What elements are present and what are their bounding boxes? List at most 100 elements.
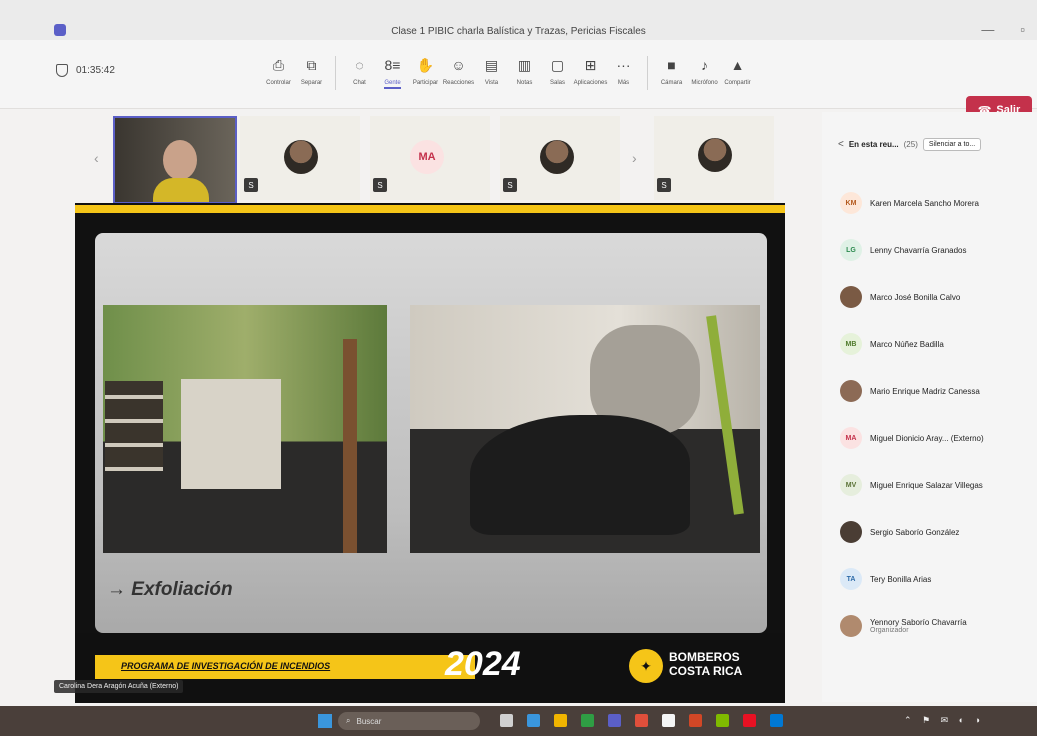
toolbar-label: Gente: [384, 80, 401, 89]
avatar: [840, 521, 862, 543]
fire-damage-photo-right: [410, 305, 760, 553]
toolbar-more-button[interactable]: ··· Más: [607, 56, 640, 86]
reactions-icon: ☺: [451, 57, 466, 73]
muted-mic-icon: S: [657, 178, 671, 192]
avatar-initials: MA: [410, 140, 444, 174]
toolbar-label: Vista: [484, 80, 499, 86]
separar-icon: ⧉: [306, 56, 317, 73]
toolbar-label: Controlar: [266, 80, 291, 86]
participant-tile[interactable]: [654, 116, 774, 200]
timer-text: 01:35:42: [76, 65, 115, 76]
participant-row[interactable]: KMKaren Marcela Sancho Morera⋮: [840, 192, 1037, 214]
window-controls: — ▫: [981, 22, 1025, 37]
maximize-button[interactable]: ▫: [1020, 22, 1025, 37]
rooms-icon: ▢: [550, 56, 565, 73]
windows-taskbar: ⌕ Buscar ⌃ ⚑ ✉ ◐ ◑: [0, 706, 1037, 736]
system-tray[interactable]: ⌃ ⚑ ✉ ◐ ◑: [904, 715, 984, 726]
avatar: [540, 140, 574, 174]
users-icon: 8≡: [384, 57, 401, 73]
participant-row[interactable]: LGLenny Chavarría Granados⋮: [840, 239, 1037, 261]
participant-row[interactable]: MAMiguel Dionicio Aray... (Externo)⋮: [840, 427, 1037, 449]
meeting-toolbar: 01:35:42 ⎙ Controlar ⧉ Separar ◌ Chat 8≡ Gente ✋…: [0, 40, 1037, 124]
avatar: MA: [840, 427, 862, 449]
taskbar-app-icon[interactable]: [527, 714, 540, 727]
search-icon: ⌕: [346, 716, 351, 725]
toolbar-label: Compartir: [724, 80, 751, 86]
avatar: [698, 138, 732, 172]
chat-icon: ◌: [355, 57, 364, 73]
minimize-button[interactable]: —: [981, 22, 994, 37]
mute-all-button[interactable]: Silenciar a to...: [922, 138, 982, 151]
toolbar-view-button[interactable]: ▤ Vista: [475, 56, 508, 87]
toolbar-label: Reacciones: [442, 80, 475, 86]
toolbar-notes-button[interactable]: ▥ Notas: [508, 56, 541, 87]
taskbar-app-icon[interactable]: [554, 714, 567, 727]
avatar: MV: [840, 474, 862, 496]
fire-damage-photo-left: [103, 305, 387, 553]
org-name: BOMBEROS COSTA RICA: [669, 650, 743, 678]
mic-icon: ♪: [701, 57, 708, 73]
raise-hand-icon: ✋: [416, 56, 435, 73]
toolbar-rooms-button[interactable]: ▢ Salas: [541, 56, 574, 87]
panel-title[interactable]: En esta reu...: [849, 140, 899, 149]
notes-icon: ▥: [517, 56, 532, 73]
taskbar-app-icon[interactable]: [743, 714, 756, 727]
muted-mic-icon: S: [373, 178, 387, 192]
windows-start-icon[interactable]: [318, 714, 332, 728]
participant-row[interactable]: TATery Bonilla Arias⋮: [840, 568, 1037, 590]
participant-row[interactable]: Marco José Bonilla Calvo⋮: [840, 286, 1037, 308]
taskbar-app-icon[interactable]: [500, 714, 513, 727]
avatar: [840, 615, 862, 637]
taskbar-app-icon[interactable]: [716, 714, 729, 727]
back-icon[interactable]: <: [838, 139, 844, 150]
participant-tile[interactable]: MA: [370, 116, 490, 200]
title-bar: Clase 1 PIBIC charla Balística y Trazas,…: [0, 0, 1037, 40]
meeting-timer: 01:35:42: [56, 64, 115, 77]
participant-name: Tery Bonilla Arias: [870, 574, 932, 584]
toolbar-chat-button[interactable]: ◌ Chat: [343, 56, 376, 86]
camera-icon: ■: [667, 57, 676, 73]
toolbar-apps-button[interactable]: ⊞ Aplicaciones: [573, 56, 608, 87]
participant-name: Yennory Saborío Chavarría: [870, 618, 967, 627]
participant-row[interactable]: Sergio Saborío González⋮: [840, 521, 1037, 543]
participant-row[interactable]: Mario Enrique Madriz Canessa⋮: [840, 380, 1037, 402]
self-video-tile[interactable]: [113, 116, 237, 204]
taskbar-app-icon[interactable]: [662, 714, 675, 727]
participant-row[interactable]: MBMarco Núñez Badilla⋮: [840, 333, 1037, 355]
toolbar-share-button[interactable]: ▲ Compartir: [721, 56, 754, 86]
avatar: KM: [840, 192, 862, 214]
participant-row[interactable]: Yennory Saborío ChavarríaOrganizador⋮: [840, 615, 1037, 637]
participant-tile[interactable]: [240, 116, 360, 200]
participant-tile[interactable]: [500, 116, 620, 200]
toolbar-label: Notas: [516, 80, 533, 86]
taskbar-app-icon[interactable]: [608, 714, 621, 727]
taskbar-app-icon[interactable]: [689, 714, 702, 727]
shared-slide: → Exfoliación PROGRAMA DE INVESTIGACIÓN …: [75, 203, 785, 703]
strip-next-icon[interactable]: ›: [632, 150, 637, 166]
participant-name: Lenny Chavarría Granados: [870, 245, 967, 255]
participant-name: Mario Enrique Madriz Canessa: [870, 386, 980, 396]
taskbar-app-icon[interactable]: [770, 714, 783, 727]
taskbar-app-icon[interactable]: [581, 714, 594, 727]
program-title: PROGRAMA DE INVESTIGACIÓN DE INCENDIOS: [121, 661, 331, 671]
toolbar-label: Más: [617, 80, 630, 86]
toolbar-camera-button[interactable]: ■ Cámara: [655, 56, 688, 86]
avatar: MB: [840, 333, 862, 355]
participants-panel: < En esta reu... (25) Silenciar a to... …: [822, 112, 1037, 702]
toolbar-control-button[interactable]: ⎙ Controlar: [262, 56, 295, 87]
toolbar-label: Aplicaciones: [573, 80, 608, 86]
toolbar-label: Micrófono: [691, 80, 718, 86]
toolbar-mic-button[interactable]: ♪ Micrófono: [688, 56, 721, 86]
toolbar-buttons: ⎙ Controlar ⧉ Separar ◌ Chat 8≡ Gente ✋ Participa…: [262, 56, 754, 90]
participant-count: (25): [903, 140, 918, 149]
participant-row[interactable]: MVMiguel Enrique Salazar Villegas⋮: [840, 474, 1037, 496]
toolbar-separar-button[interactable]: ⧉ Separar: [295, 56, 328, 87]
toolbar-reactions-button[interactable]: ☺ Reacciones: [442, 56, 475, 86]
toolbar-separator: [335, 56, 336, 90]
toolbar-raise-hand-button[interactable]: ✋ Participar: [409, 56, 442, 87]
strip-prev-icon[interactable]: ‹: [94, 150, 99, 166]
shield-icon: [56, 64, 68, 77]
taskbar-app-icon[interactable]: [635, 714, 648, 727]
toolbar-users-button[interactable]: 8≡ Gente: [376, 56, 409, 89]
taskbar-search[interactable]: ⌕ Buscar: [338, 712, 480, 730]
